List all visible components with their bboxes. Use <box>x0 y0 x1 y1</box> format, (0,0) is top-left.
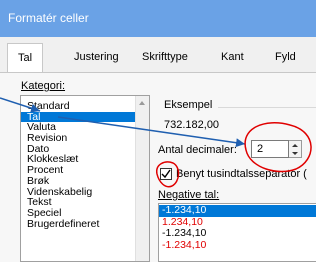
category-item-brugerdefineret[interactable]: Brugerdefineret <box>21 218 149 230</box>
category-item-standard[interactable]: Standard <box>21 101 149 112</box>
thousands-separator-checkbox[interactable] <box>160 168 172 180</box>
negative-label: Negative tal: <box>158 189 220 201</box>
category-list[interactable]: Standard Tal Valuta Revision Dato Klokke… <box>20 95 150 262</box>
negative-item[interactable]: -1.234,10 <box>159 204 316 217</box>
chevron-down-icon <box>292 151 298 155</box>
tab-kant[interactable]: Kant <box>221 51 244 63</box>
spin-up-button[interactable] <box>289 141 301 149</box>
category-item-speciel[interactable]: Speciel <box>21 208 149 219</box>
tab-tal[interactable]: Tal <box>7 43 44 72</box>
negative-list[interactable]: -1.234,10 1.234,10 -1.234,10 -1.234,10 <box>158 203 316 262</box>
sample-value: 732.182,00 <box>164 119 220 131</box>
spin-down-button[interactable] <box>289 149 301 157</box>
decimals-spinner[interactable] <box>289 140 302 158</box>
thousands-separator-label[interactable]: Benyt tusindtalsseparator ( <box>176 168 307 180</box>
category-item-broek[interactable]: Brøk <box>21 176 149 187</box>
tab-bar: Tal Justering Skrifttype Kant Fyld <box>0 37 316 73</box>
category-scrollbar[interactable] <box>135 96 149 261</box>
checkmark-icon <box>161 169 171 179</box>
scroll-up-icon[interactable] <box>139 101 145 105</box>
sample-label: Eksempel <box>164 99 213 111</box>
chevron-up-icon <box>292 143 298 147</box>
tab-skrifttype[interactable]: Skrifttype <box>142 51 188 63</box>
tab-justering[interactable]: Justering <box>74 51 119 63</box>
negative-item[interactable]: -1.234,10 <box>159 239 316 252</box>
decimals-input[interactable]: 2 <box>251 140 289 158</box>
sample-group-line <box>218 107 316 108</box>
decimals-label: Antal decimaler: <box>158 144 237 156</box>
negative-item[interactable]: -1.234,10 <box>159 227 316 240</box>
category-label: Kategori: <box>21 80 66 92</box>
tab-fyld[interactable]: Fyld <box>275 51 296 63</box>
dialog-title: Formatér celler <box>0 0 316 37</box>
